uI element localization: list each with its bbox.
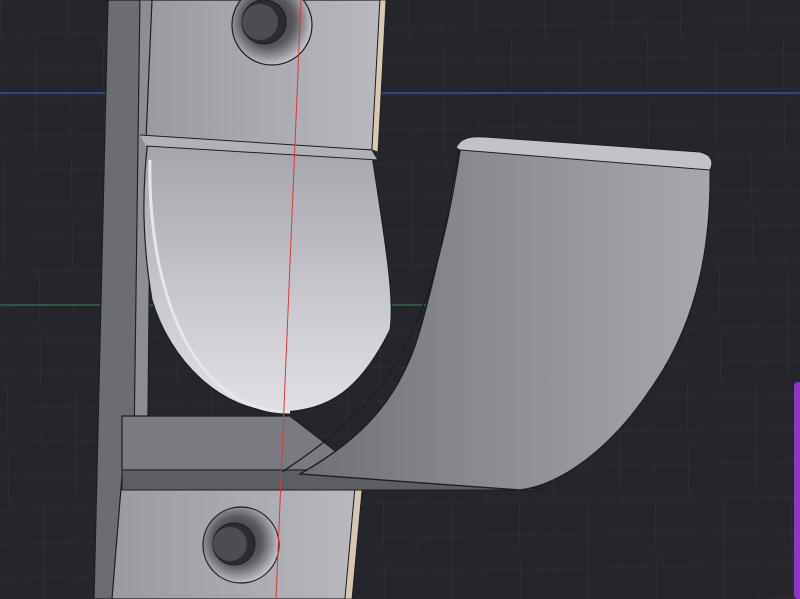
viewport-canvas[interactable] bbox=[0, 0, 800, 599]
3d-viewport[interactable] bbox=[0, 0, 800, 599]
side-panel-toggle[interactable] bbox=[794, 382, 800, 599]
screw-hole-lower bbox=[202, 506, 280, 584]
